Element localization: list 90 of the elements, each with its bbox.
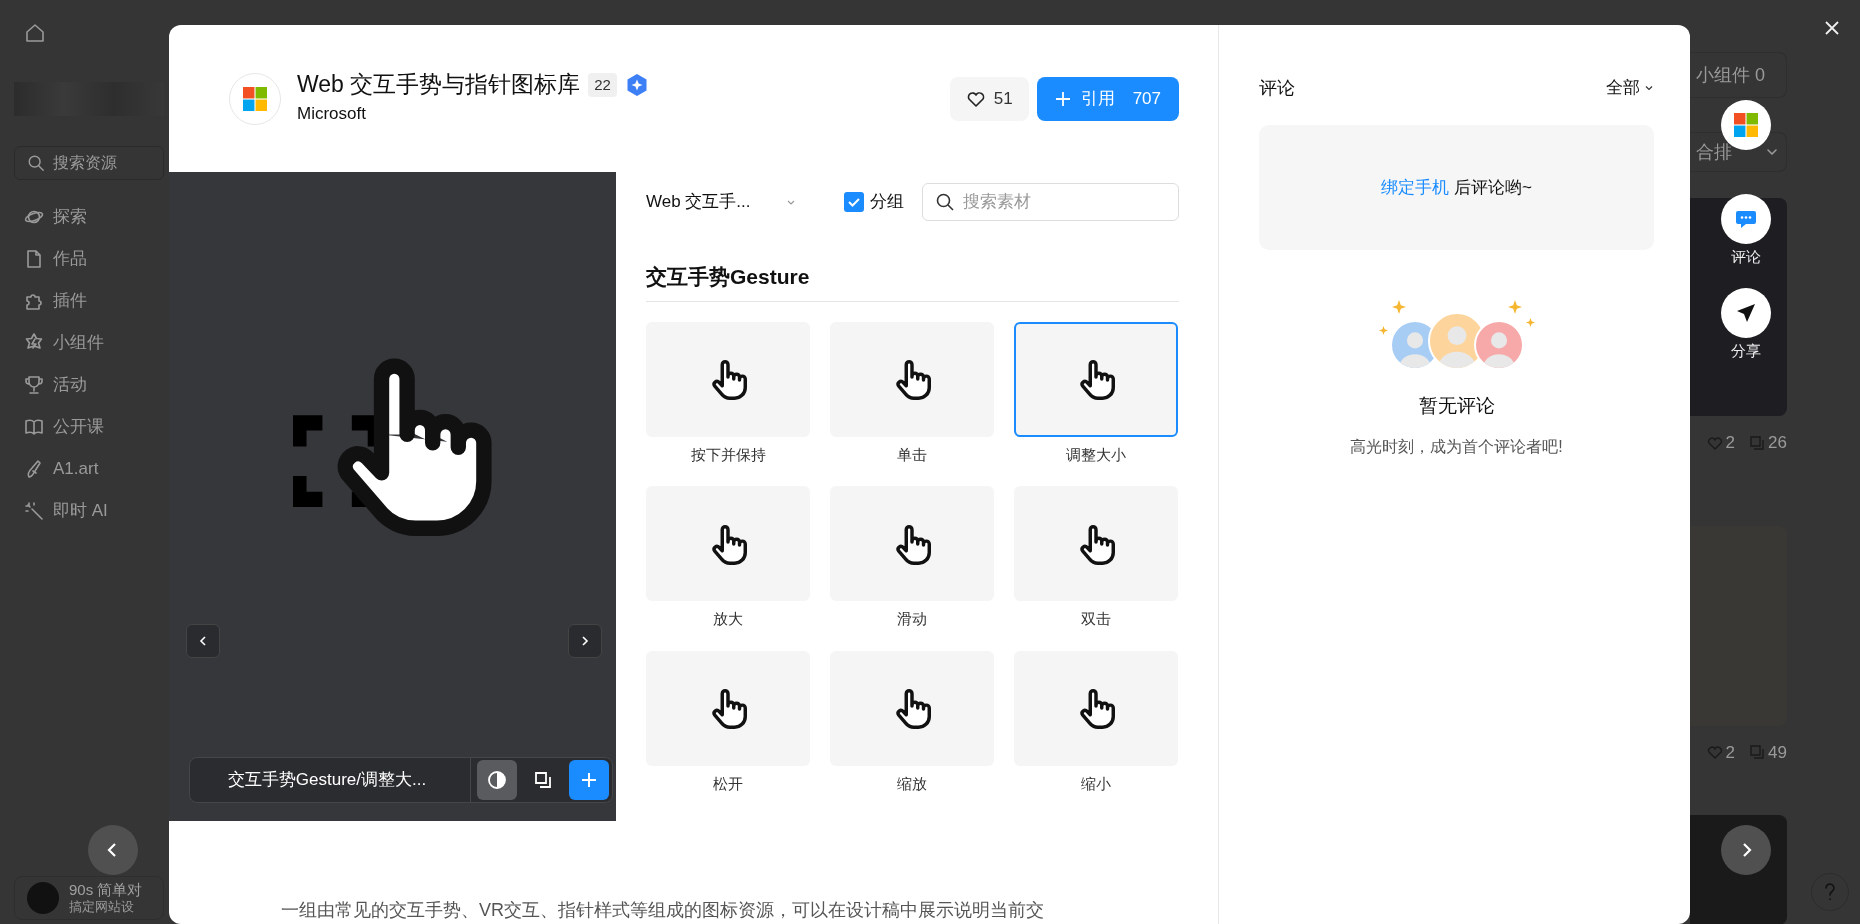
icon-label: 松开 [712,773,744,794]
icon-label: 调整大小 [1065,444,1127,465]
sidebar-item[interactable]: 即时 AI [14,490,169,532]
send-icon [1735,302,1757,324]
trophy-icon [24,375,44,395]
search-icon [27,154,45,172]
icon-tile[interactable] [646,486,810,601]
promo-card[interactable]: 90s 简单对 搞定网站设 [14,876,164,920]
copy-count: 49 [1768,741,1787,764]
icon-tile[interactable] [646,321,810,437]
search-icon [935,192,955,212]
like-button[interactable]: 51 [949,76,1029,121]
library-description: 一组由常见的交互手势、VR交互、指针样式等组成的图标资源，可以在设计稿中展示说明当前交 [281,899,1045,922]
icon-label: 缩放 [896,773,928,794]
icon-tile[interactable] [1014,486,1178,601]
comment-prompt: 绑定手机 后评论哟~ [1381,176,1532,199]
magic-wand-icon [24,501,44,521]
check-icon [847,195,861,209]
sparkle-icon [1507,300,1522,314]
library-title: Web 交互手势与指针图标库 [297,70,581,99]
document-icon [24,249,44,269]
sidebar-item[interactable]: 作品 [14,238,169,280]
heart-icon [1706,434,1723,451]
action-label: 评论 [1731,248,1761,266]
item-count-badge: 22 [588,72,617,97]
windows-logo-icon [1734,113,1758,137]
icon-tile[interactable] [1014,650,1178,766]
copy-icon [534,771,552,789]
action-label: 分享 [1731,342,1761,360]
sidebar-item[interactable]: 活动 [14,364,169,406]
sidebar-item[interactable]: 插件 [14,280,169,322]
contrast-icon [487,770,507,790]
chevron-down-icon [1766,146,1778,158]
windows-logo-icon [243,86,267,111]
sparkle-icon [1525,318,1535,327]
empty-message: 高光时刻，成为首个评论者吧! [1349,436,1564,457]
home-icon[interactable] [24,22,46,44]
chevron-right-icon [579,635,591,647]
promo-title: 90s 简单对 [69,881,143,900]
heart-icon [1706,744,1723,761]
icon-label: 按下并保持 [689,444,767,465]
sidebar-item[interactable]: 探索 [14,196,169,238]
close-icon[interactable] [1824,20,1840,36]
chevron-left-icon [197,635,209,647]
sidebar-item[interactable]: 公开课 [14,406,169,448]
copy-count: 26 [1768,432,1787,454]
icon-tile[interactable] [830,486,994,601]
icon-tile[interactable] [830,321,994,437]
icon-label: 双击 [1080,609,1112,629]
plus-icon [1054,90,1071,107]
icon-tile[interactable] [830,650,994,766]
author-name[interactable]: Microsoft [297,100,649,127]
verified-badge-icon [624,72,649,97]
sidebar-item[interactable]: A1.art [14,448,169,490]
icon-label: 放大 [712,609,744,629]
library-dropdown[interactable]: Web 交互手... [646,189,796,215]
search-field[interactable]: 搜索素材 [922,183,1179,221]
icon-tile[interactable] [1014,321,1178,437]
comments-title: 评论 [1259,76,1295,100]
search-placeholder: 搜索资源 [53,153,117,173]
copy-icon [1749,434,1766,451]
next-button[interactable] [568,624,602,658]
filter-dropdown[interactable]: 全部 [1606,75,1654,101]
like-count: 2 [1725,741,1736,764]
icon-path-label: 交互手势Gesture/调整大... [226,769,428,792]
empty-title: 暂无评论 [1417,394,1496,418]
plus-icon [580,771,598,789]
sparkle-icon [1391,300,1406,314]
checkbox-label: 分组 [870,191,904,214]
promo-subtitle: 搞定网站设 [69,899,135,915]
search-field[interactable]: 搜索资源 [14,146,164,180]
like-count: 2 [1725,432,1736,454]
icon-tile[interactable] [646,650,810,766]
sparkle-icon [1378,326,1388,335]
puzzle-icon [24,291,44,311]
chevron-down-icon [1644,83,1654,93]
open-book-icon [24,417,44,437]
sidebar-item[interactable]: 小组件 [14,322,169,364]
previous-button[interactable] [186,624,220,658]
icon-label: 缩小 [1080,773,1112,794]
add-button[interactable] [569,760,609,800]
icon-label: 单击 [896,444,928,465]
group-checkbox[interactable] [844,192,864,212]
section-heading: 交互手势Gesture [646,261,1179,302]
cite-button[interactable]: 引用 707 [1036,76,1179,121]
bind-phone-link[interactable]: 绑定手机 [1381,177,1450,197]
promo-logo-icon [27,882,59,914]
contrast-toggle[interactable] [477,760,517,800]
copy-icon [1749,744,1766,761]
icon-label: 滑动 [896,609,928,629]
